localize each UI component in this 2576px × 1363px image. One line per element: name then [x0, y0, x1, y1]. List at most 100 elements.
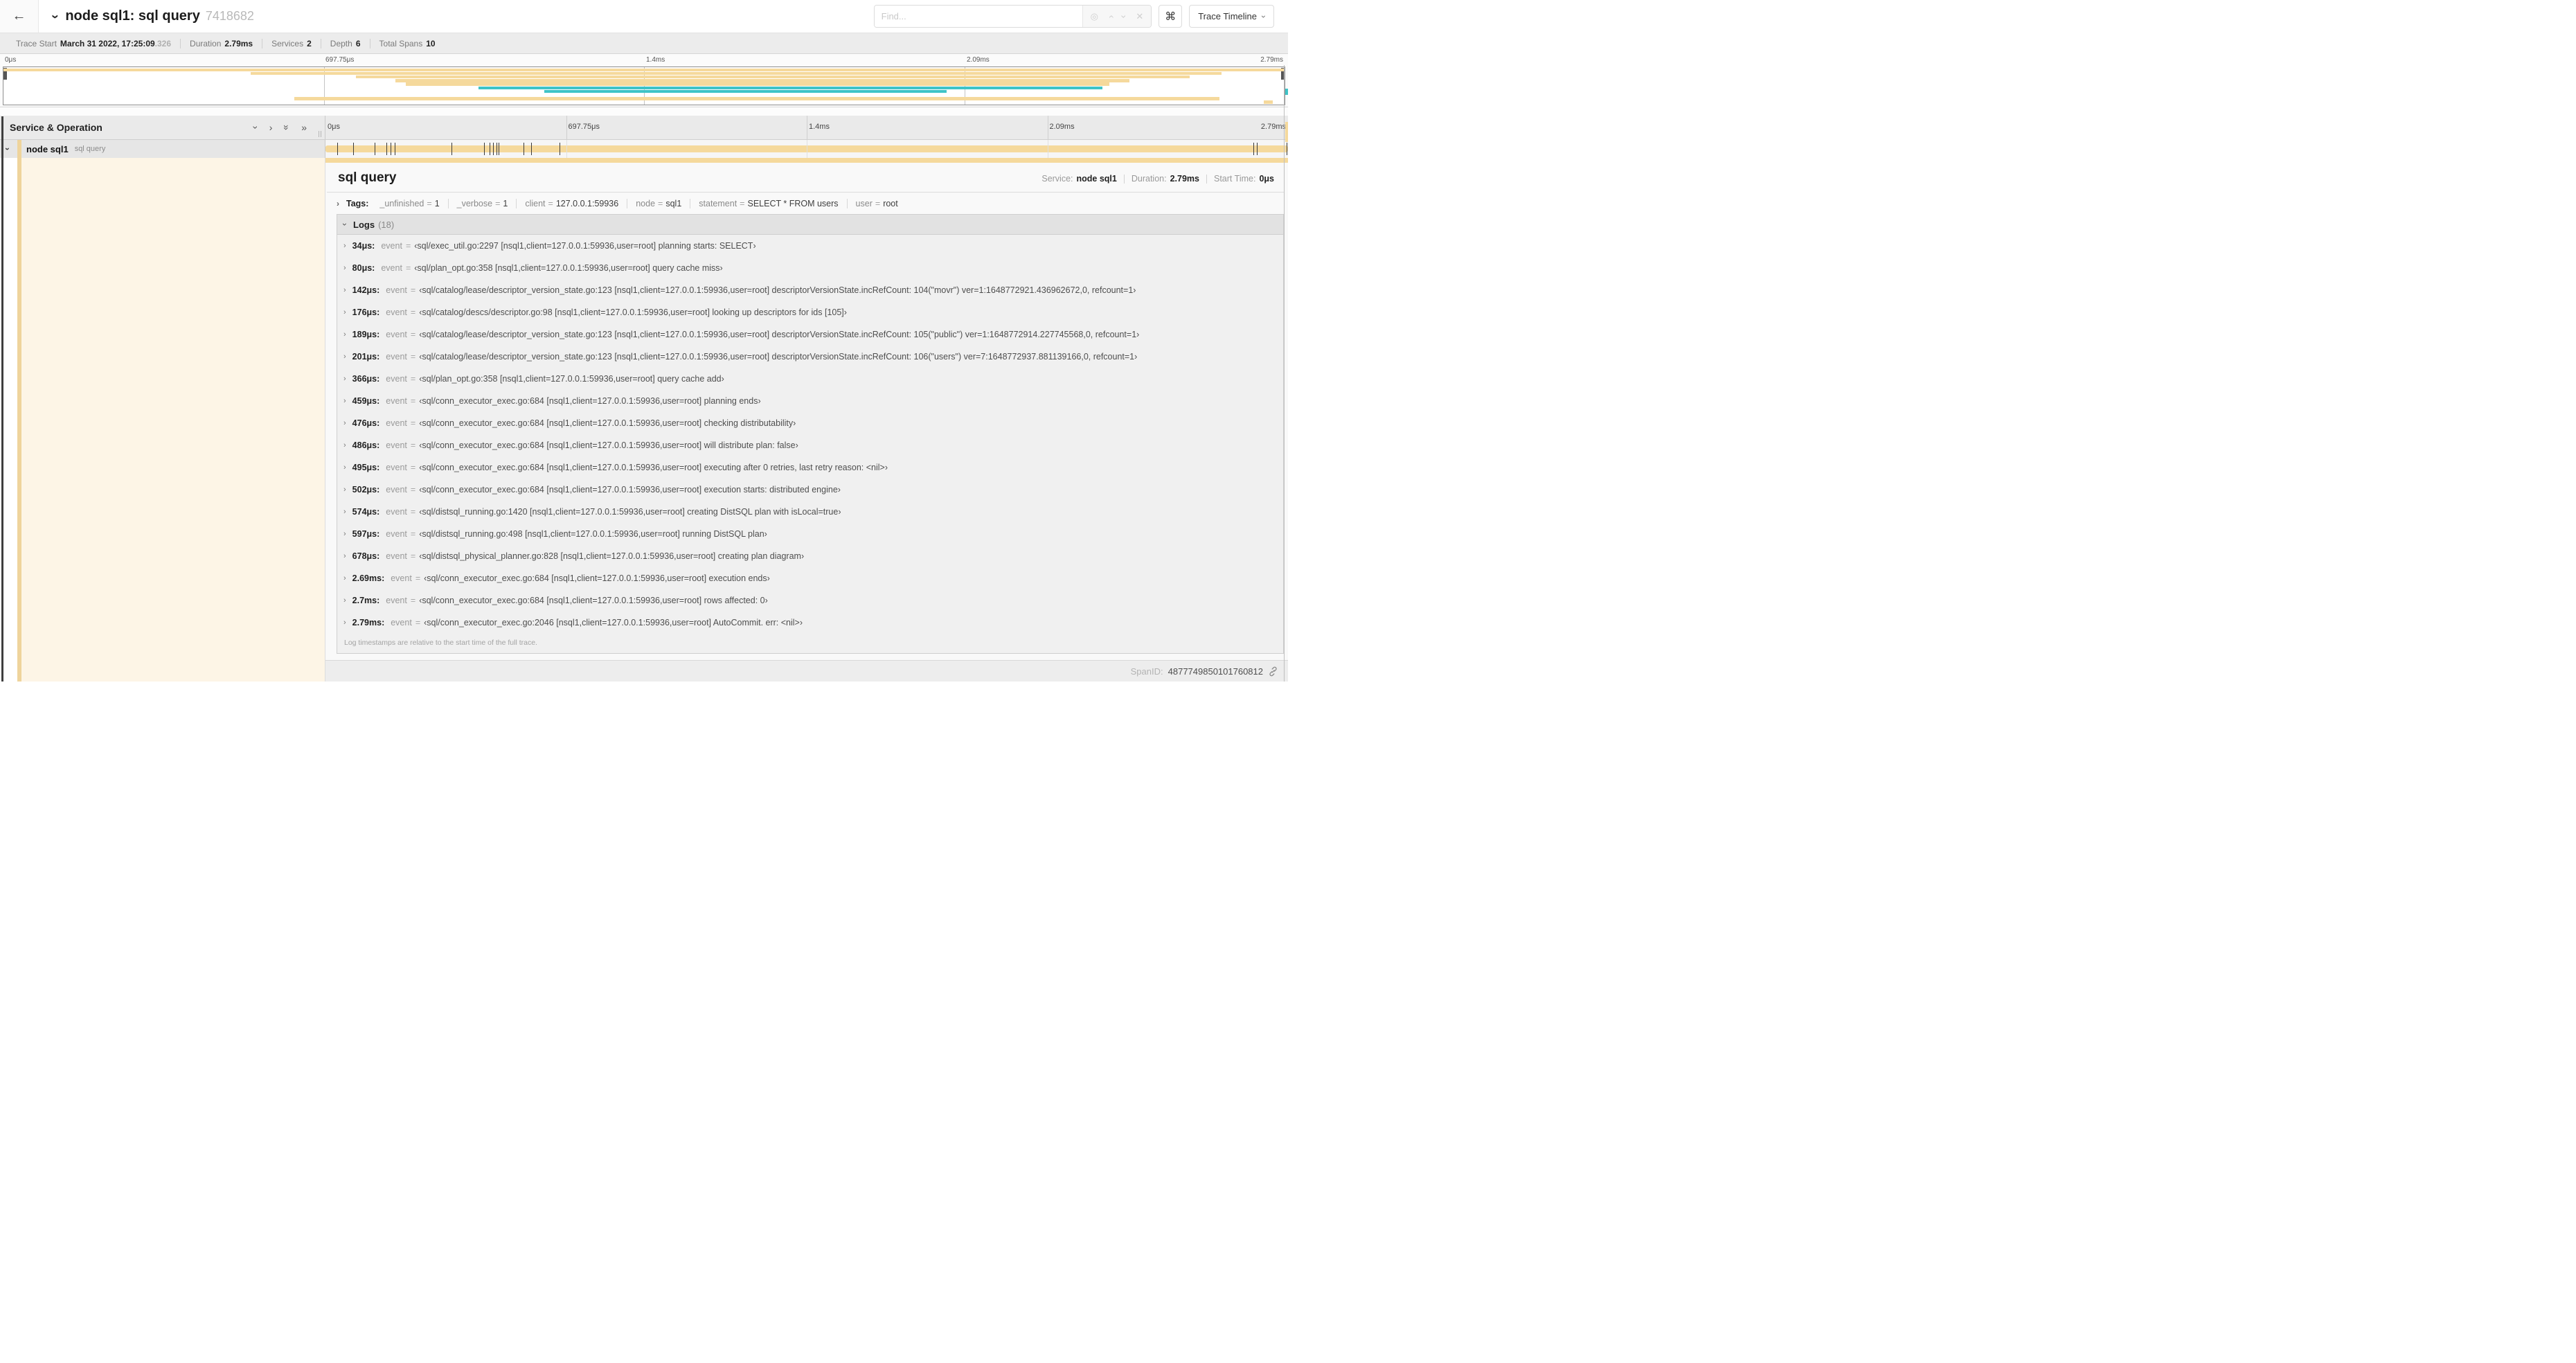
expand-all-icon[interactable]: » [301, 122, 307, 133]
span-id-value: 4877749850101760812 [1168, 666, 1263, 677]
find-icon-group: ◎ › › ✕ [1082, 6, 1152, 27]
clear-search-icon[interactable]: ✕ [1136, 11, 1143, 22]
log-row[interactable]: › 486μs: event = ‹sql/conn_executor_exec.go:… [337, 434, 1283, 456]
right-edge-teal-sliver [1285, 89, 1288, 95]
log-row[interactable]: › 366μs: event = ‹sql/plan_opt.go:358 [nsql1… [337, 368, 1283, 390]
logs-header[interactable]: › Logs (18) [337, 215, 1283, 235]
span-detail-accent-strip [325, 158, 1288, 163]
span-row-timeline-cell [325, 140, 1288, 158]
minimap-span-bar [395, 79, 1130, 82]
duration-label: Duration: [1131, 174, 1167, 184]
log-expand-chevron-icon[interactable]: › [343, 463, 346, 472]
timeline-grid-header: Service & Operation › › » » 0μs 697.75μs 1… [0, 116, 1288, 140]
logs-count: (18) [378, 219, 395, 230]
tag-item: statement = SELECT * FROM users [690, 199, 846, 208]
collapse-all-icon[interactable]: » [281, 125, 292, 130]
log-row[interactable]: › 34μs: event = ‹sql/exec_util.go:2297 [nsql… [337, 235, 1283, 257]
log-event-tick [352, 143, 354, 155]
expand-one-icon[interactable]: › [269, 122, 273, 133]
logs-collapse-chevron-icon[interactable]: › [340, 223, 350, 226]
log-expand-chevron-icon[interactable]: › [343, 286, 346, 294]
log-expand-chevron-icon[interactable]: › [343, 508, 346, 516]
trace-duration: Duration 2.79ms [180, 38, 262, 48]
find-input[interactable] [874, 6, 1082, 27]
minimap-canvas[interactable] [3, 66, 1285, 105]
log-row[interactable]: › 176μs: event = ‹sql/catalog/descs/descript… [337, 301, 1283, 323]
column-resizer-handle[interactable] [319, 131, 321, 137]
collapse-one-icon[interactable]: › [250, 126, 261, 130]
log-row[interactable]: › 678μs: event = ‹sql/distsql_physical_plann… [337, 545, 1283, 567]
ruler-tick-label: 0μs [5, 56, 17, 64]
log-event-tick [1253, 143, 1255, 155]
log-event-tick [451, 143, 453, 155]
log-expand-chevron-icon[interactable]: › [343, 441, 346, 449]
minimap-span-bar [3, 68, 1285, 72]
back-arrow-icon: ← [12, 8, 26, 24]
locate-icon[interactable]: ◎ [1091, 11, 1098, 22]
service-operation-header: Service & Operation › › » » [0, 116, 325, 139]
find-next-icon[interactable]: › [1118, 15, 1129, 18]
tags-expand-chevron-icon[interactable]: › [337, 199, 339, 208]
log-row[interactable]: › 2.79ms: event = ‹sql/conn_executor_exec.go… [337, 612, 1283, 634]
log-expand-chevron-icon[interactable]: › [343, 618, 346, 627]
collapse-controls: › › » » [250, 122, 325, 133]
log-expand-chevron-icon[interactable]: › [343, 242, 346, 250]
ruler-tick-label: 2.09ms [967, 56, 990, 64]
service-operation-title: Service & Operation [10, 122, 102, 133]
minimap-ruler: 0μs 697.75μs 1.4ms 2.09ms 2.79ms [3, 56, 1285, 66]
log-expand-chevron-icon[interactable]: › [343, 419, 346, 427]
tags-row[interactable]: › Tags: _unfinished = 1 _verbose = 1 client = 12… [325, 193, 1288, 214]
log-expand-chevron-icon[interactable]: › [343, 397, 346, 405]
log-row[interactable]: › 597μs: event = ‹sql/distsql_running.go:498… [337, 523, 1283, 545]
log-expand-chevron-icon[interactable]: › [343, 530, 346, 538]
log-row[interactable]: › 189μs: event = ‹sql/catalog/lease/descript… [337, 323, 1283, 346]
log-row[interactable]: › 2.69ms: event = ‹sql/conn_executor_exec.go… [337, 567, 1283, 589]
minimap-span-bar [294, 97, 1219, 100]
log-row[interactable]: › 502μs: event = ‹sql/conn_executor_exec.go:… [337, 479, 1283, 501]
service-label: Service: [1041, 174, 1073, 184]
log-event-tick [531, 143, 533, 155]
minimap-span-bar [544, 89, 947, 93]
log-expand-chevron-icon[interactable]: › [343, 353, 346, 361]
span-row-name-cell[interactable]: › node sql1 sql query [0, 140, 325, 158]
find-prev-icon[interactable]: › [1104, 15, 1116, 18]
log-row[interactable]: › 2.7ms: event = ‹sql/conn_executor_exec.go:… [337, 589, 1283, 612]
trace-title-wrap: › node sql1: sql query 7418682 [39, 8, 254, 24]
back-button[interactable]: ← [0, 0, 39, 33]
span-collapse-chevron-icon[interactable]: › [3, 148, 12, 150]
log-rows: › 34μs: event = ‹sql/exec_util.go:2297 [nsql… [337, 235, 1283, 634]
ruler-tick-label: 1.4ms [646, 56, 665, 64]
minimap-span-bar [1264, 100, 1273, 104]
keyboard-shortcuts-button[interactable]: ⌘ [1159, 5, 1183, 28]
detail-row-indent-fill [21, 158, 325, 682]
log-expand-chevron-icon[interactable]: › [343, 308, 346, 317]
log-expand-chevron-icon[interactable]: › [343, 330, 346, 339]
deep-link-icon[interactable] [1268, 666, 1278, 677]
log-row[interactable]: › 495μs: event = ‹sql/conn_executor_exec.go:… [337, 456, 1283, 479]
log-expand-chevron-icon[interactable]: › [343, 552, 346, 560]
log-row[interactable]: › 142μs: event = ‹sql/catalog/lease/descript… [337, 279, 1283, 301]
tags-list: _unfinished = 1 _verbose = 1 client = 127.0.0.1:… [371, 199, 906, 208]
tag-item: user = root [846, 199, 906, 208]
ruler-tick-label: 2.79ms [1260, 123, 1286, 131]
top-bar: ← › node sql1: sql query 7418682 ◎ › › ✕… [0, 0, 1288, 33]
log-expand-chevron-icon[interactable]: › [343, 574, 346, 582]
collapse-trace-chevron-icon[interactable]: › [47, 14, 62, 18]
log-event-tick [493, 143, 494, 155]
log-expand-chevron-icon[interactable]: › [343, 485, 346, 494]
timeline-minimap: 0μs 697.75μs 1.4ms 2.09ms 2.79ms [0, 54, 1288, 107]
log-row[interactable]: › 459μs: event = ‹sql/conn_executor_exec.go:… [337, 390, 1283, 412]
log-expand-chevron-icon[interactable]: › [343, 596, 346, 605]
trace-total-spans: Total Spans 10 [369, 38, 445, 48]
log-expand-chevron-icon[interactable]: › [343, 375, 346, 383]
ruler-tick-label: 2.09ms [1049, 123, 1075, 131]
span-detail-title: sql query [338, 170, 397, 185]
log-event-tick [337, 143, 338, 155]
log-expand-chevron-icon[interactable]: › [343, 264, 346, 272]
log-row[interactable]: › 80μs: event = ‹sql/plan_opt.go:358 [nsql1,… [337, 257, 1283, 279]
view-selector-button[interactable]: Trace Timeline › [1189, 5, 1274, 28]
log-row[interactable]: › 574μs: event = ‹sql/distsql_running.go:142… [337, 501, 1283, 523]
log-row[interactable]: › 201μs: event = ‹sql/catalog/lease/descript… [337, 346, 1283, 368]
trace-id-short: 7418682 [205, 9, 254, 23]
log-row[interactable]: › 476μs: event = ‹sql/conn_executor_exec.go:… [337, 412, 1283, 434]
